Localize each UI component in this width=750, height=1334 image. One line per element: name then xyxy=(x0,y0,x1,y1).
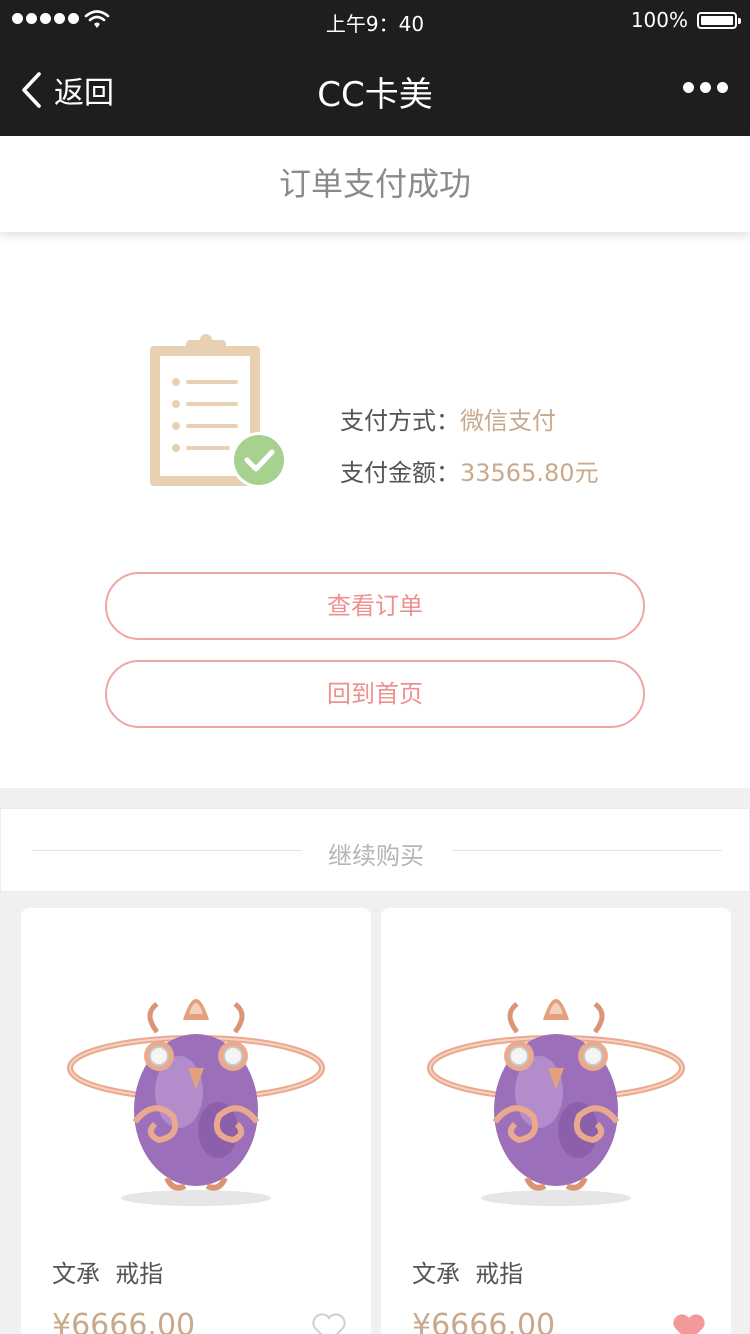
payment-method-value: 微信支付 xyxy=(460,406,556,435)
payment-info: 支付方式： 微信支付 支付金额： 33565.80元 xyxy=(340,392,599,496)
payment-method-row: 支付方式： 微信支付 xyxy=(340,392,599,444)
continue-shopping-section: 继续购买 xyxy=(0,808,750,892)
divider-line xyxy=(452,850,722,851)
nav-bar: 返回 CC卡美 xyxy=(0,40,750,136)
heart-filled-icon[interactable] xyxy=(671,1312,707,1334)
battery-percentage: 100% xyxy=(630,8,688,32)
ring-product-image xyxy=(427,999,685,1206)
clipboard-check-icon xyxy=(150,334,287,488)
heart-outline-icon[interactable] xyxy=(311,1312,347,1334)
page-header: 订单支付成功 xyxy=(0,136,750,232)
go-home-button[interactable]: 回到首页 xyxy=(105,660,645,728)
payment-method-label: 支付方式： xyxy=(340,406,460,435)
product-name: 文承 戒指 xyxy=(412,1260,524,1288)
product-name: 文承 戒指 xyxy=(52,1260,164,1288)
status-bar: 上午9：40 100% xyxy=(0,0,750,40)
view-order-button[interactable]: 查看订单 xyxy=(105,572,645,640)
page-title: 订单支付成功 xyxy=(278,165,471,203)
payment-success-panel: 支付方式： 微信支付 支付金额： 33565.80元 查看订单 回到首页 xyxy=(0,232,750,788)
continue-shopping-label: 继续购买 xyxy=(328,842,424,870)
ring-product-image xyxy=(67,999,325,1206)
product-card[interactable]: 文承 戒指 ¥6666.00 xyxy=(381,908,731,1334)
payment-amount-label: 支付金额： xyxy=(340,458,460,487)
payment-amount-row: 支付金额： 33565.80元 xyxy=(340,444,599,496)
more-options-icon[interactable] xyxy=(683,82,728,93)
product-price: ¥6666.00 xyxy=(412,1308,556,1334)
payment-amount-value: 33565.80元 xyxy=(460,458,599,487)
battery-icon xyxy=(697,12,741,29)
product-price: ¥6666.00 xyxy=(52,1308,196,1334)
nav-title: CC卡美 xyxy=(317,75,433,115)
product-card[interactable]: 文承 戒指 ¥6666.00 xyxy=(21,908,371,1334)
